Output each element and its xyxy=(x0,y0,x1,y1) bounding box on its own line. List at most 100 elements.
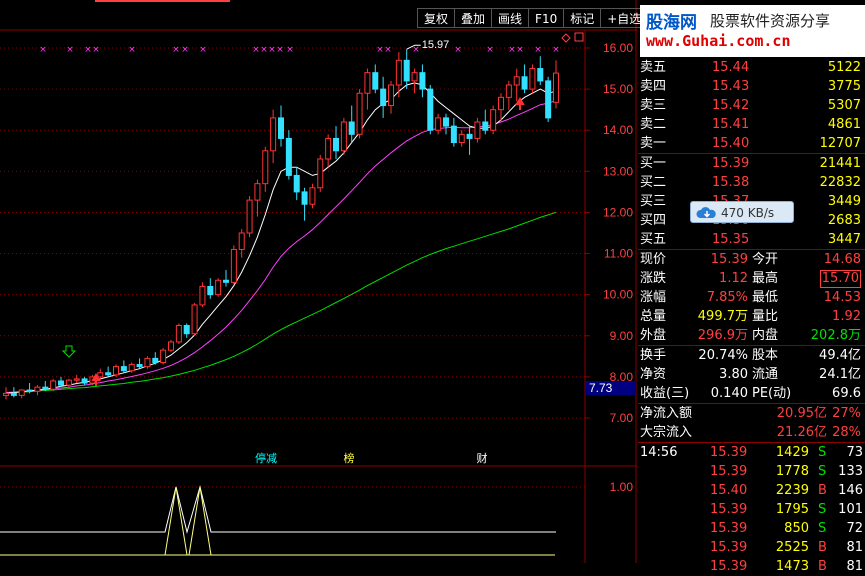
ask-volume: 5307 xyxy=(827,98,861,113)
tick-volume: 1473 xyxy=(775,559,809,574)
fund-row: 收益(三) 0.140 PE(动) 69.6 xyxy=(638,384,865,403)
candle-body xyxy=(419,72,426,90)
candle-body xyxy=(529,68,536,90)
ask-label: 卖一 xyxy=(640,136,667,151)
candle-body xyxy=(325,137,332,160)
mark-button[interactable]: 标记 xyxy=(563,8,601,28)
candle-body xyxy=(183,325,190,335)
candle-body xyxy=(113,366,119,376)
stat-label: 最高 xyxy=(752,271,779,286)
candle-body xyxy=(199,285,206,306)
candle-body xyxy=(474,121,481,139)
candle-body xyxy=(18,389,25,396)
candle-body xyxy=(521,76,528,90)
flow-row: 大宗流入 21.26亿 28% xyxy=(638,423,865,442)
fund-value: 49.4亿 xyxy=(819,348,861,363)
kline-chart[interactable]: 16.0015.0014.0013.0012.0011.0010.009.008… xyxy=(0,0,637,563)
bid-price: 15.38 xyxy=(712,175,750,190)
tick-side: B xyxy=(818,559,827,574)
candle-body xyxy=(443,117,449,127)
chart-toolbar: 复权 叠加 画线 F10 标记 +自选 xyxy=(417,8,649,28)
tick-side: S xyxy=(818,521,827,536)
candle-body xyxy=(175,325,182,343)
bid-label: 买一 xyxy=(640,156,667,171)
stat-value: 14.68 xyxy=(823,252,861,267)
tick-side: B xyxy=(818,540,827,555)
quote-panel: 卖五 15.44 5122 卖四 15.43 3775 卖三 15.42 5307 卖二 15.41… xyxy=(638,58,865,576)
stat-value: 499.7万 xyxy=(697,309,748,324)
candle-body xyxy=(3,392,9,396)
ask-row[interactable]: 卖五 15.44 5122 xyxy=(638,58,865,77)
tick-side: S xyxy=(818,464,827,479)
price-tick-label: 15.00 xyxy=(603,82,633,96)
indicator-line-yellow xyxy=(164,486,212,556)
bid-row[interactable]: 买二 15.38 22832 xyxy=(638,173,865,192)
bid-row[interactable]: 买五 15.35 3447 xyxy=(638,230,865,249)
candle-body xyxy=(395,59,402,86)
tick-price: 15.40 xyxy=(710,483,748,498)
candle-body xyxy=(10,392,17,396)
tick-row: 14:56 15.39 1429 S 73 xyxy=(638,443,865,462)
candle-body xyxy=(58,380,64,386)
candle-body xyxy=(301,191,308,205)
tick-count: 73 xyxy=(846,445,863,460)
fund-value: 24.1亿 xyxy=(819,367,861,382)
network-speed-widget[interactable]: 470 KB/s xyxy=(690,201,794,223)
f10-button[interactable]: F10 xyxy=(528,8,564,28)
ask-price: 15.44 xyxy=(712,60,750,75)
candle-body xyxy=(136,364,143,368)
candle-body xyxy=(223,279,229,283)
fund-value: 69.6 xyxy=(832,386,861,401)
tick-side: B xyxy=(818,483,827,498)
candle-body xyxy=(207,285,214,296)
tick-volume: 1429 xyxy=(775,445,809,460)
candle-body xyxy=(513,76,520,86)
tick-row: 15.39 2525 B 81 xyxy=(638,538,865,557)
signal-x-marker: × xyxy=(508,45,516,55)
event-label: 榜 xyxy=(344,451,355,465)
candle-body xyxy=(254,183,261,201)
fuquan-button[interactable]: 复权 xyxy=(417,8,455,28)
candle-body xyxy=(73,378,80,381)
signal-x-marker: × xyxy=(92,45,100,55)
ask-volume: 5122 xyxy=(827,60,861,75)
tick-row: 15.39 1473 B 81 xyxy=(638,557,865,576)
bid-label: 买四 xyxy=(640,213,667,228)
ask-price: 15.42 xyxy=(712,98,750,113)
red-up-arrow xyxy=(515,97,525,110)
candle-body xyxy=(278,117,284,139)
ask-row[interactable]: 卖一 15.40 12707 xyxy=(638,134,865,153)
indicator-tick-label: 1.00 xyxy=(610,480,634,494)
fund-label: PE(动) xyxy=(752,386,792,401)
ask-price: 15.41 xyxy=(712,117,750,132)
price-tick-label: 14.00 xyxy=(603,123,633,137)
stat-row: 总量 499.7万 量比 1.92 xyxy=(638,307,865,326)
candle-body xyxy=(270,117,277,152)
candle-body xyxy=(498,96,504,111)
tick-price: 15.39 xyxy=(710,445,748,460)
flow-label: 大宗流入 xyxy=(640,425,693,440)
candle-body xyxy=(65,379,72,386)
candle-body xyxy=(285,137,292,176)
ask-row[interactable]: 卖三 15.42 5307 xyxy=(638,96,865,115)
tick-row: 15.40 2239 B 146 xyxy=(638,481,865,500)
tick-row: 15.39 850 S 72 xyxy=(638,519,865,538)
tick-price: 15.39 xyxy=(710,521,748,536)
candle-body xyxy=(152,357,159,363)
ask-volume: 12707 xyxy=(819,136,861,151)
draw-line-button[interactable]: 画线 xyxy=(491,8,529,28)
ask-row[interactable]: 卖二 15.41 4861 xyxy=(638,115,865,134)
fund-label: 股本 xyxy=(752,348,779,363)
overlay-button[interactable]: 叠加 xyxy=(454,8,492,28)
tick-time: 14:56 xyxy=(640,445,678,460)
signal-x-marker: × xyxy=(252,45,260,55)
signal-x-marker: × xyxy=(384,45,392,55)
candle-body xyxy=(435,117,442,131)
current-price-label: 7.73 xyxy=(589,381,613,395)
bid-row[interactable]: 买一 15.39 21441 xyxy=(638,154,865,173)
stat-row: 外盘 296.9万 内盘 202.8万 xyxy=(638,326,865,345)
signal-x-marker: × xyxy=(552,45,560,55)
candle-body xyxy=(42,386,49,390)
peak-price-label: 15.97 xyxy=(422,39,450,51)
ask-row[interactable]: 卖四 15.43 3775 xyxy=(638,77,865,96)
